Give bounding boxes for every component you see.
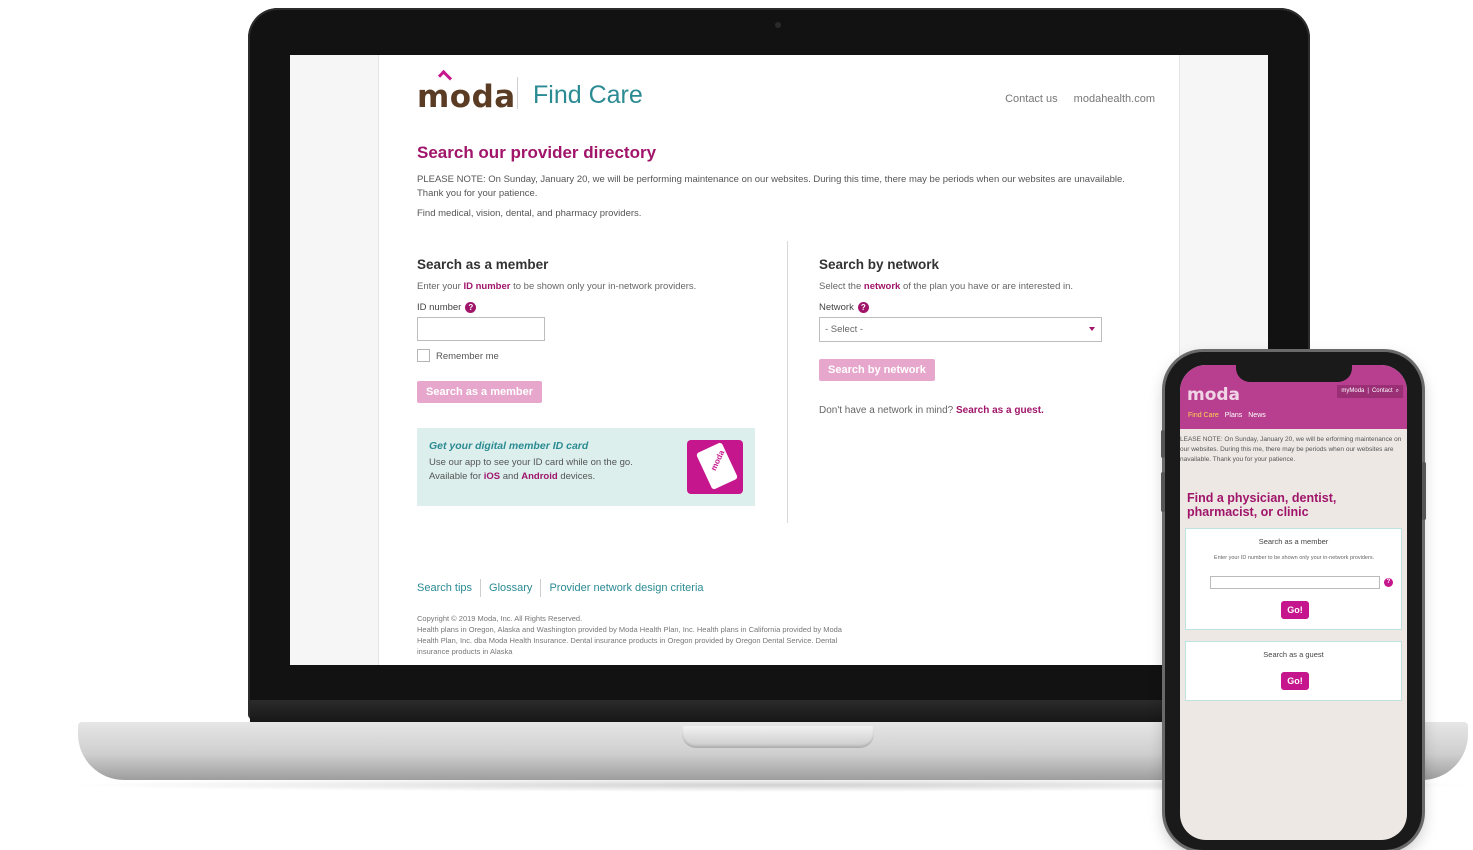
contact-us-link[interactable]: Contact us: [1005, 93, 1058, 105]
mobile-member-desc: Enter your ID number to be shown only yo…: [1213, 555, 1375, 561]
select-value: - Select -: [825, 324, 864, 335]
footer-separator: [540, 579, 542, 597]
laptop-camera: [775, 22, 781, 28]
network-section-desc: Select the network of the plan you have …: [819, 281, 1073, 292]
network-criteria-link[interactable]: Provider network design criteria: [549, 582, 703, 594]
mobile-member-title: Search as a member: [1258, 537, 1329, 546]
maintenance-notice: PLEASE NOTE: On Sunday, January 20, we w…: [417, 174, 1125, 199]
page-title: Search our provider directory: [417, 143, 657, 162]
mymoda-link[interactable]: myModa: [1341, 388, 1364, 395]
desc-text: of the plan you have or are interested i…: [900, 281, 1074, 292]
search-network-button[interactable]: Search by network: [819, 359, 935, 381]
footer-separator: [480, 579, 482, 597]
product-title: Find Care: [533, 81, 643, 109]
search-as-guest-link[interactable]: Search as a guest.: [956, 405, 1044, 416]
promo-text-part: Available for: [429, 471, 484, 482]
phone-notch: [1236, 364, 1352, 382]
nav-find-care[interactable]: Find Care: [1188, 412, 1219, 419]
field-label-text: ID number: [417, 302, 462, 313]
chevron-down-icon: [1089, 327, 1095, 331]
member-section-title: Search as a member: [417, 257, 549, 272]
mobile-top-links: myModa | Contact ⌕: [1337, 385, 1403, 398]
legal-text: Health plans in Oregon, Alaska and Washi…: [417, 625, 842, 656]
network-section-title: Search by network: [819, 257, 940, 272]
mobile-id-input[interactable]: [1210, 576, 1380, 589]
phone-side-button: [1161, 472, 1165, 512]
id-card-app-icon: moda: [687, 440, 743, 494]
mobile-nav: Find Care Plans News: [1188, 412, 1266, 419]
mobile-headline: Find a physician, dentist, pharmacist, o…: [1187, 491, 1337, 519]
network-link[interactable]: network: [864, 281, 900, 292]
footer-links: Search tips Glossary Provider network de…: [417, 579, 704, 597]
network-select[interactable]: - Select -: [819, 317, 1102, 342]
desc-text: Select the: [819, 281, 864, 292]
search-tips-link[interactable]: Search tips: [417, 582, 472, 594]
search-icon[interactable]: ⌕: [1396, 388, 1399, 395]
desc-text: Enter your: [417, 281, 464, 292]
mobile-member-box: Search as a member Enter your ID number …: [1185, 528, 1402, 630]
id-number-input[interactable]: [417, 317, 545, 341]
search-member-button[interactable]: Search as a member: [417, 381, 543, 403]
laptop-notch: [682, 726, 874, 748]
mobile-member-go-button[interactable]: Go!: [1281, 601, 1309, 619]
id-number-label: ID number?: [417, 302, 477, 313]
remember-me-label: Remember me: [436, 351, 499, 362]
header-links: Contact us modahealth.com: [1005, 93, 1155, 105]
phone-side-button: [1422, 462, 1426, 520]
nav-plans[interactable]: Plans: [1225, 412, 1243, 419]
column-divider: [787, 241, 788, 523]
intro-text: Find medical, vision, dental, and pharma…: [417, 208, 642, 219]
mobile-screen: moda myModa | Contact ⌕ Find Care Plans …: [1180, 365, 1407, 840]
product-mockup: moda Find Care Contact us modahealth.com…: [0, 0, 1473, 850]
phone-side-button: [1161, 430, 1165, 458]
desktop-page: moda Find Care Contact us modahealth.com…: [378, 55, 1180, 665]
mobile-guest-title: Search as a guest: [1263, 650, 1324, 659]
promo-title[interactable]: Get your digital member ID card: [429, 440, 588, 452]
mobile-contact-link[interactable]: Contact: [1372, 388, 1393, 395]
help-icon[interactable]: ?: [465, 302, 477, 313]
field-label-text: Network: [819, 302, 854, 313]
id-number-link[interactable]: ID number: [463, 281, 510, 292]
help-icon[interactable]: ?: [857, 302, 869, 313]
laptop-hinge: [250, 700, 1308, 724]
desc-text: to be shown only your in-network provide…: [510, 281, 697, 292]
promo-text: Use our app to see your ID card while on…: [429, 456, 633, 484]
promo-text-part: and: [500, 471, 522, 482]
remember-me-checkbox[interactable]: [417, 349, 430, 362]
nav-news[interactable]: News: [1248, 412, 1266, 419]
copyright-text: Copyright © 2019 Moda, Inc. All Rights R…: [417, 613, 857, 657]
member-section-desc: Enter your ID number to be shown only yo…: [417, 281, 696, 292]
promo-line-1: Use our app to see your ID card while on…: [429, 457, 633, 468]
link-separator: |: [1367, 388, 1369, 394]
mobile-notice: LEASE NOTE: On Sunday, January 20, we wi…: [1180, 436, 1402, 463]
network-label: Network?: [819, 302, 869, 313]
mobile-logo[interactable]: moda: [1187, 385, 1240, 405]
modahealth-link[interactable]: modahealth.com: [1074, 93, 1155, 105]
moda-logo[interactable]: moda: [417, 79, 516, 115]
copyright-line: Copyright © 2019 Moda, Inc. All Rights R…: [417, 614, 583, 623]
digital-id-card-promo: Get your digital member ID card Use our …: [417, 428, 755, 506]
mobile-guest-box: Search as a guest Go!: [1185, 641, 1402, 701]
laptop-screen: moda Find Care Contact us modahealth.com…: [290, 55, 1268, 665]
logo-divider: [517, 77, 518, 109]
glossary-link[interactable]: Glossary: [489, 582, 532, 594]
guest-text: Don't have a network in mind?: [819, 405, 956, 416]
promo-line-2: Available for iOS and Android devices.: [429, 470, 633, 484]
android-link[interactable]: Android: [521, 471, 557, 482]
guest-search-line: Don't have a network in mind? Search as …: [819, 405, 1044, 416]
mobile-guest-go-button[interactable]: Go!: [1281, 672, 1309, 690]
help-icon[interactable]: ?: [1384, 578, 1393, 587]
promo-text-part: devices.: [557, 471, 596, 482]
ios-link[interactable]: iOS: [484, 471, 500, 482]
